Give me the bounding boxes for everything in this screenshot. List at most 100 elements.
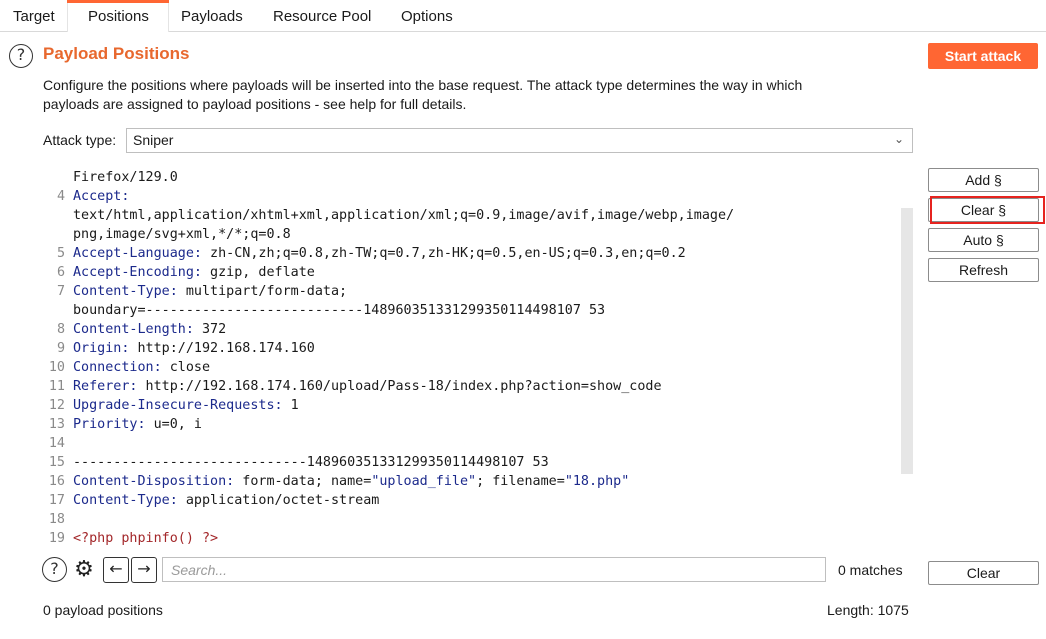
editor-line: 19 <?php phpinfo() ?> [43, 529, 903, 548]
header-key: Accept-Encoding: [73, 265, 202, 280]
header-value: zh-CN,zh;q=0.8,zh-TW;q=0.7,zh-HK;q=0.5,e… [202, 246, 686, 261]
line-number: 17 [48, 493, 65, 508]
header-key: Upgrade-Insecure-Requests: [73, 398, 283, 413]
editor-line: 7 Content-Type: multipart/form-data; [43, 282, 903, 301]
tab-options[interactable]: Options [401, 8, 453, 25]
line-content: Content-Type: application/octet-stream [73, 491, 379, 510]
help-circle-icon[interactable]: ? [9, 44, 33, 68]
header-key: Content-Length: [73, 322, 194, 337]
header-key: Priority: [73, 417, 146, 432]
header-key: Content-Type: [73, 493, 178, 508]
arrow-left-icon[interactable]: ← [103, 557, 129, 583]
editor-line: 18 [43, 510, 903, 529]
description-line-2: payloads are assigned to payload positio… [43, 96, 467, 112]
tab-positions[interactable]: Positions [88, 8, 149, 25]
line-content: boundary=---------------------------1489… [73, 301, 605, 320]
header-value: http://192.168.174.160 [129, 341, 315, 356]
editor-line: 16 Content-Disposition: form-data; name="… [43, 472, 903, 491]
line-number: 18 [48, 512, 65, 527]
editor-line: 4 Accept: [43, 187, 903, 206]
header-value: boundary=---------------------------1489… [73, 303, 606, 318]
request-editor[interactable]: Firefox/129.0 4 Accept: text/html,applicati… [43, 168, 913, 550]
editor-line: 15 -----------------------------148960351… [43, 453, 903, 472]
line-number: 16 [48, 474, 65, 489]
line-number: 7 [56, 284, 65, 299]
tab-active-indicator [67, 0, 169, 3]
section-description: Configure the positions where payloads w… [43, 76, 913, 114]
clear-search-button[interactable]: Clear [928, 561, 1039, 585]
line-number: 6 [56, 265, 65, 280]
header-value: u=0, i [145, 417, 202, 432]
line-content: Accept-Language: zh-CN,zh;q=0.8,zh-TW;q=… [73, 244, 686, 263]
editor-line: 11 Referer: http://192.168.174.160/upload… [43, 377, 903, 396]
header-value: gzip, deflate [202, 265, 315, 280]
header-key: Content-Type: [73, 284, 178, 299]
editor-line: 17 Content-Type: application/octet-stream [43, 491, 903, 510]
line-content: Upgrade-Insecure-Requests: 1 [73, 396, 299, 415]
header-value: form-data; name= [234, 474, 372, 489]
header-value: text/html,application/xhtml+xml,applicat… [73, 208, 735, 223]
line-content: text/html,application/xhtml+xml,applicat… [73, 206, 734, 225]
line-number: 5 [56, 246, 65, 261]
line-number: 19 [48, 531, 65, 546]
search-input[interactable] [162, 557, 826, 582]
line-number: 10 [48, 360, 65, 375]
header-value: http://192.168.174.160/upload/Pass-18/in… [137, 379, 662, 394]
header-key: Connection: [73, 360, 162, 375]
editor-line: 13 Priority: u=0, i [43, 415, 903, 434]
editor-scrollbar[interactable] [901, 208, 913, 474]
editor-line: text/html,application/xhtml+xml,applicat… [43, 206, 903, 225]
add-marker-button[interactable]: Add § [928, 168, 1039, 192]
line-number: 8 [56, 322, 65, 337]
line-number: 12 [48, 398, 65, 413]
payload-positions-count: 0 payload positions [43, 602, 163, 618]
string-literal: "upload_file" [371, 474, 477, 489]
header-key: Referer: [73, 379, 138, 394]
editor-line: 10 Connection: close [43, 358, 903, 377]
line-number: 11 [48, 379, 65, 394]
line-content: Accept: [73, 187, 129, 206]
header-key: Accept-Language: [73, 246, 202, 261]
header-key: Accept: [73, 189, 130, 204]
header-key: Origin: [73, 341, 130, 356]
header-value: Firefox/129.0 [73, 170, 178, 185]
request-length: Length: 1075 [827, 602, 909, 618]
header-value: application/octet-stream [177, 493, 380, 508]
line-content: -----------------------------14896035133… [73, 453, 549, 472]
header-value: png,image/svg+xml,*/*;q=0.8 [73, 227, 291, 242]
tab-resource-pool[interactable]: Resource Pool [273, 8, 371, 25]
highlight-annotation [930, 196, 1045, 224]
attack-type-select[interactable]: Sniper ⌄ [126, 128, 913, 153]
tab-bar: Target Positions Payloads Resource Pool … [0, 0, 1046, 32]
match-count: 0 matches [838, 562, 903, 578]
line-content: png,image/svg+xml,*/*;q=0.8 [73, 225, 291, 244]
editor-line: 5 Accept-Language: zh-CN,zh;q=0.8,zh-TW;q… [43, 244, 903, 263]
search-help-icon[interactable]: ? [42, 557, 67, 582]
start-attack-button[interactable]: Start attack [928, 43, 1038, 69]
line-content: Accept-Encoding: gzip, deflate [73, 263, 315, 282]
description-line-1: Configure the positions where payloads w… [43, 77, 803, 93]
line-content: Content-Type: multipart/form-data; [73, 282, 347, 301]
chevron-down-icon: ⌄ [893, 132, 904, 146]
arrow-right-icon[interactable]: → [131, 557, 157, 583]
header-value: 372 [193, 322, 227, 337]
line-content: Origin: http://192.168.174.160 [73, 339, 315, 358]
editor-line: 6 Accept-Encoding: gzip, deflate [43, 263, 903, 282]
editor-line: 8 Content-Length: 372 [43, 320, 903, 339]
editor-line: 12 Upgrade-Insecure-Requests: 1 [43, 396, 903, 415]
editor-line: Firefox/129.0 [43, 168, 903, 187]
auto-marker-button[interactable]: Auto § [928, 228, 1039, 252]
line-content: Content-Disposition: form-data; name="up… [73, 472, 629, 491]
string-literal: "18.php" [564, 474, 630, 489]
attack-type-label: Attack type: [43, 132, 117, 148]
header-value: 1 [282, 398, 299, 413]
line-content: Content-Length: 372 [73, 320, 226, 339]
php-code: <?php phpinfo() ?> [73, 531, 219, 546]
gear-icon[interactable]: ⚙ [71, 557, 97, 583]
line-number: 13 [48, 417, 65, 432]
section-title: Payload Positions [43, 44, 190, 63]
refresh-button[interactable]: Refresh [928, 258, 1039, 282]
line-number: 9 [56, 341, 65, 356]
tab-target[interactable]: Target [13, 8, 55, 25]
tab-payloads[interactable]: Payloads [181, 8, 243, 25]
